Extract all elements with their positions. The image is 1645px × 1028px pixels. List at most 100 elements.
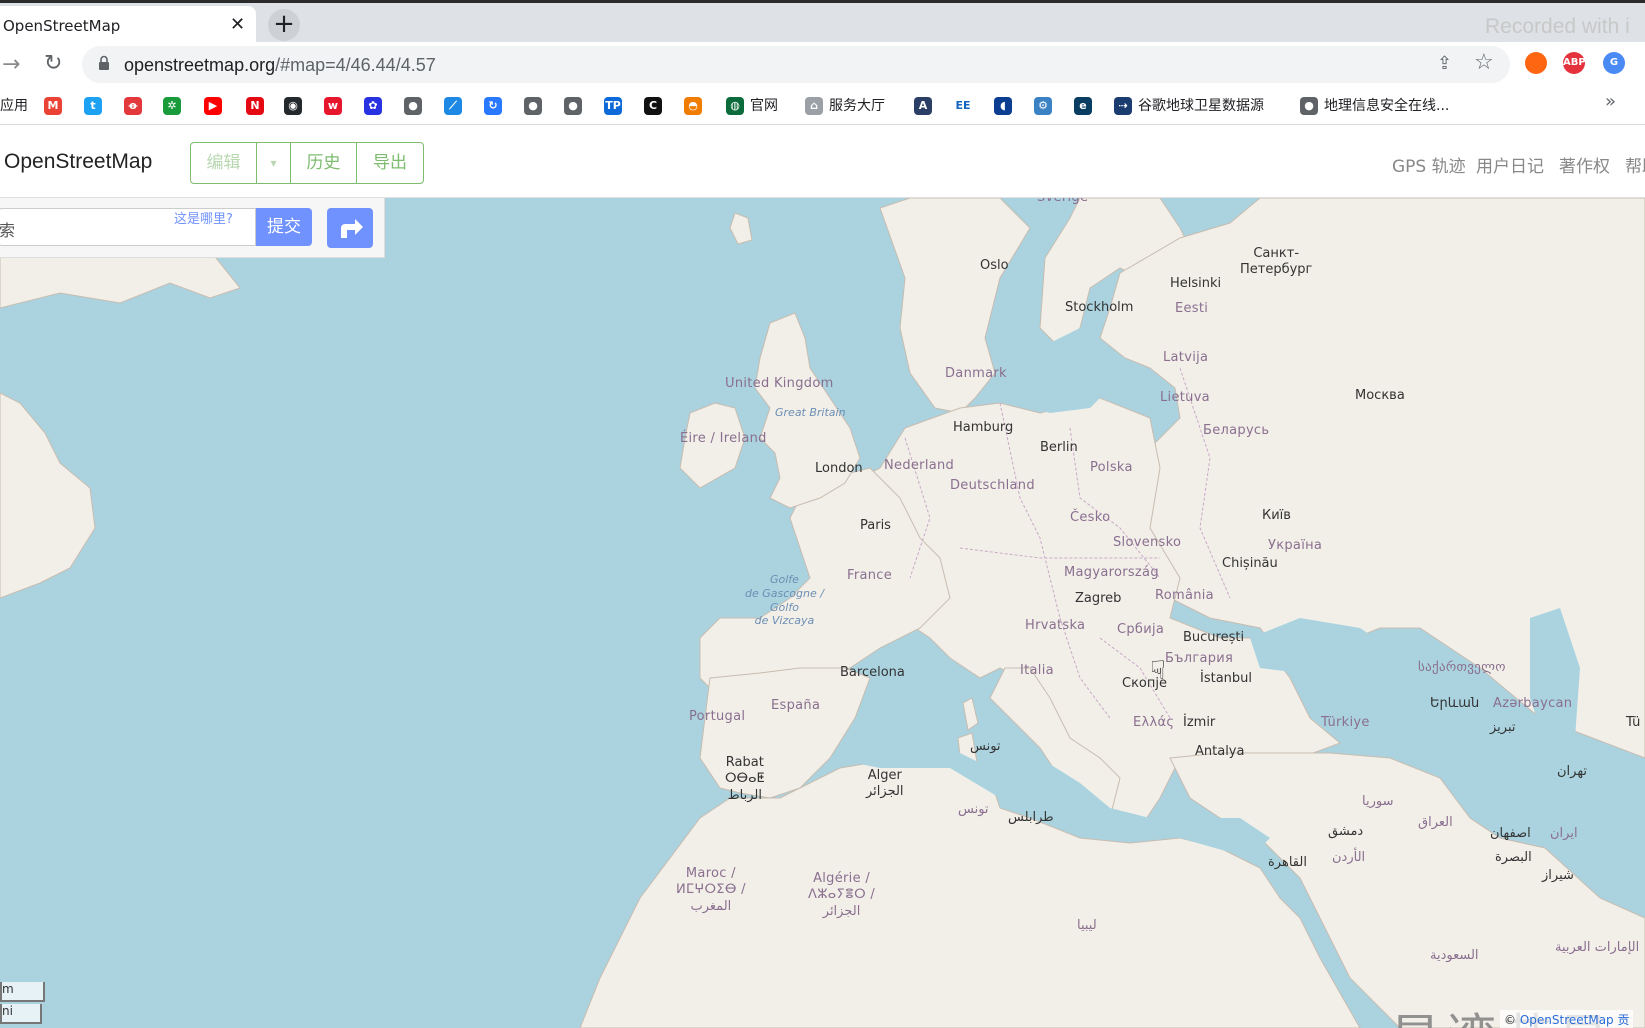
firefox-relay-icon[interactable] [1525,52,1547,74]
label-gascogne: Golfe de Gascogne / Golfo de Vizcaya [745,573,824,628]
edit-button-group: 编辑 ▾ 历史 导出 [190,142,424,184]
history-button[interactable]: 历史 [291,143,357,183]
bookmark-service-hall[interactable]: ⌂ 服务大厅 [805,95,885,117]
netflix-icon: N [246,97,264,115]
bookmark-youtube[interactable]: ▶ [204,95,222,117]
bookmark-green-app[interactable]: ✲ [163,95,181,117]
search-panel: 索 这是哪里? 提交 [0,198,385,258]
tab-close-icon[interactable]: ✕ [230,14,245,35]
label-tarabulus: طرابلس [1008,810,1054,825]
address-bar[interactable]: openstreetmap.org/#map=4/46.44/4.57 ⇪ ☆ [82,46,1510,83]
bookmark-nasa[interactable]: ◖ [994,95,1012,117]
label-tehran: تهران [1557,764,1587,779]
new-tab-button[interactable]: + [268,9,300,41]
google-translate-icon[interactable]: G [1603,52,1625,74]
share-icon[interactable]: ⇪ [1437,53,1452,74]
bookmark-github[interactable]: ◉ [284,95,302,117]
label-bulgaria: България [1165,651,1234,666]
label-maroc: Maroc / ⵍⵎⵖⵔⵉⴱ / المغرب [676,866,746,914]
bookmark-twitter[interactable]: t [84,95,102,117]
youtube-icon: ▶ [204,97,222,115]
bookmark-red-app[interactable]: ꝋ [124,95,142,117]
bookmark-sync[interactable]: ↻ [484,95,502,117]
label-istanbul: İstanbul [1200,671,1253,686]
bookmark-globe-2[interactable]: ● [524,95,542,117]
label-london: London [815,461,863,476]
bookmark-arcgis[interactable]: A [914,95,932,117]
gmail-icon: M [44,97,62,115]
more-bookmarks-icon[interactable]: » [1605,91,1616,112]
label-tunis: تونس [970,739,1001,754]
label-portugal: Portugal [689,709,746,724]
globe-icon: ● [1300,97,1318,115]
label-algerie: Algérie / ⴷⵣⴰⵢⴻⵔ / الجزائر [808,871,876,919]
label-isfahan: اصفهان [1490,826,1531,841]
baidu-paw-icon: ✿ [364,97,382,115]
bookmark-geo-security[interactable]: ● 地理信息安全在线... [1300,95,1449,117]
label-tu: Tü [1626,715,1641,730]
bookmark-star-icon[interactable]: ☆ [1474,50,1494,75]
label-cesko: Česko [1070,510,1111,525]
edit-dropdown-button[interactable]: ▾ [257,143,291,183]
bookmark-ee[interactable]: EE [954,95,972,117]
bookmark-label: 服务大厅 [829,98,885,114]
bookmark-c-app[interactable]: C [644,95,662,117]
nav-copyright[interactable]: 著作权 [1559,152,1610,177]
label-lietuva: Lietuva [1160,390,1210,405]
nasa-icon: ◖ [994,97,1012,115]
bookmark-label: 官网 [750,98,778,114]
url-text[interactable]: openstreetmap.org/#map=4/46.44/4.57 [124,55,436,76]
label-chisinau: Chișinău [1222,556,1278,571]
red-logo-icon: ꝋ [124,97,142,115]
bookmark-tp[interactable]: TP [604,95,622,117]
export-button[interactable]: 导出 [357,143,423,183]
osm-brand[interactable]: OpenStreetMap [4,150,152,174]
bookmark-globe-3[interactable]: ● [564,95,582,117]
nav-help[interactable]: 帮助 [1625,152,1645,177]
github-icon: ◉ [284,97,302,115]
bookmark-feather[interactable]: ⟋ [444,95,462,117]
attribution-prefix: © [1504,1013,1520,1027]
label-zagreb: Zagreb [1075,591,1122,606]
gear-icon: ⚙ [1034,97,1052,115]
orange-hat-icon: ◓ [684,97,702,115]
satellite-icon: ⇢ [1114,97,1132,115]
bookmark-e-app[interactable]: e [1074,95,1092,117]
bookmark-baidu[interactable]: ✿ [364,95,382,117]
official-site-icon: ◍ [726,97,744,115]
label-damascus: دمشق [1328,824,1364,839]
label-syria: سوريا [1362,794,1394,809]
bookmarks-bar: 应用 Mt ꝋ ✲ ▶ N ◉ w ✿ ● ⟋ ↻ ● ● TP C ◓ ◍ 官网 ⌂ 服务大厅 A EE ◖ ⚙ e ⇢ 谷歌地球卫… [0,87,1645,125]
label-uae: الإمارات العربية [1555,940,1640,955]
label-hamburg: Hamburg [953,420,1014,435]
attribution-link[interactable]: OpenStreetMap 贡 [1520,1013,1630,1027]
weibo-icon: w [324,97,342,115]
bookmark-netflix[interactable]: N [246,95,264,117]
where-is-this-link[interactable]: 这是哪里? [174,208,233,227]
label-latvija: Latvija [1163,350,1209,365]
bookmark-weibo[interactable]: w [324,95,342,117]
url-host: openstreetmap.org [124,55,276,75]
reload-icon[interactable]: ↻ [44,51,62,76]
search-placeholder: 索 [0,221,16,240]
bookmark-official-site[interactable]: ◍ 官网 [726,95,778,117]
label-cairo: القاهرة [1268,855,1307,870]
forward-icon[interactable]: → [2,52,20,77]
map-view[interactable]: Sverige Oslo Stockholm Helsinki Санкт- Петер… [0,198,1645,1028]
bookmark-apps[interactable]: 应用 [0,95,28,117]
label-eesti: Eesti [1175,301,1209,316]
bookmark-orange-app[interactable]: ◓ [684,95,702,117]
label-great-britain: Great Britain [775,406,846,419]
bookmark-gear-app[interactable]: ⚙ [1034,95,1052,117]
bookmark-google-earth[interactable]: ⇢ 谷歌地球卫星数据源 [1114,95,1264,117]
adblock-plus-icon[interactable]: ABP [1563,52,1586,74]
bookmark-globe-1[interactable]: ● [404,95,422,117]
nav-user-diaries[interactable]: 用户日记 [1476,152,1544,177]
bookmark-gmail[interactable]: M [44,95,62,117]
edit-button[interactable]: 编辑 [191,143,257,183]
browser-tab[interactable]: OpenStreetMap ✕ [0,6,256,45]
submit-button[interactable]: 提交 [256,208,312,246]
directions-button[interactable] [327,208,373,248]
nav-gps-traces[interactable]: GPS 轨迹 [1392,152,1466,177]
label-berlin: Berlin [1040,440,1078,455]
